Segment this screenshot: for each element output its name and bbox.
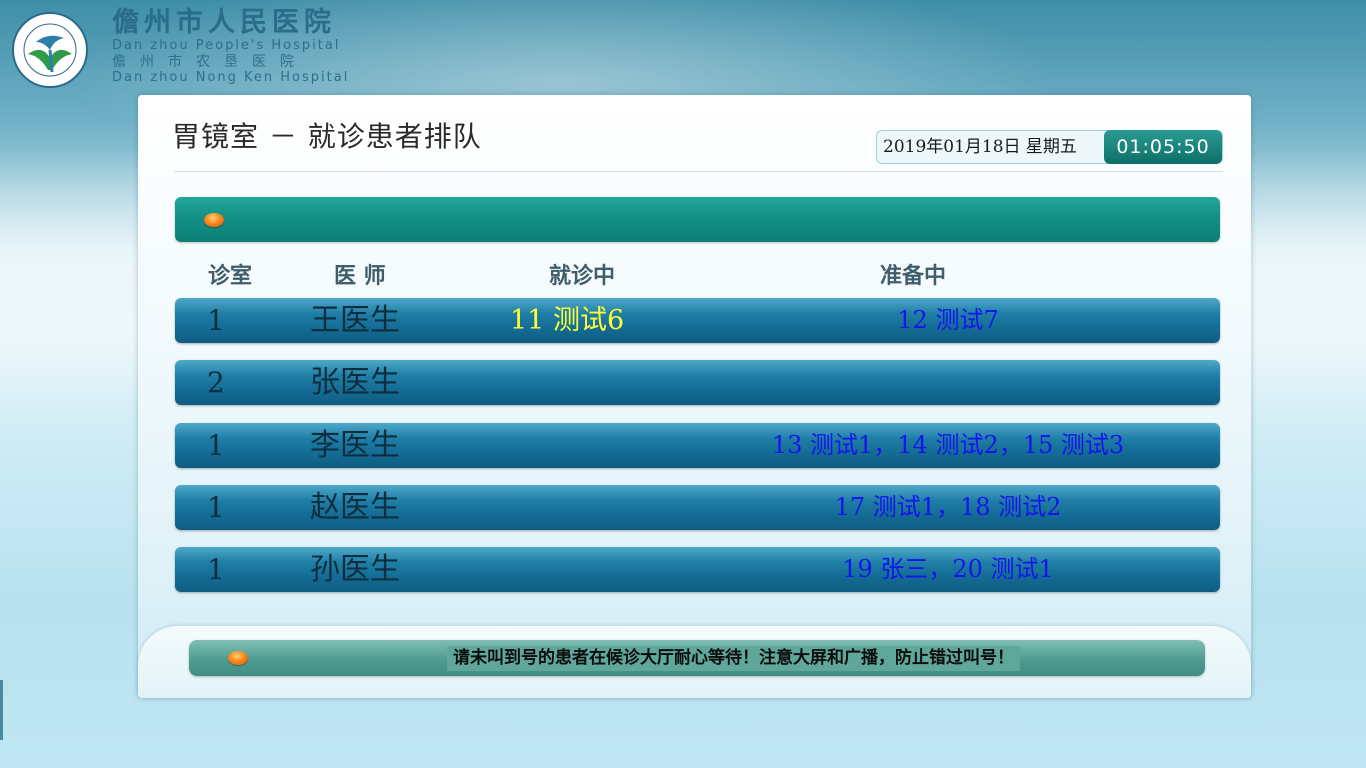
hospital-name-cn-2: 儋州市农垦医院 <box>112 54 308 70</box>
page-title: 胃镜室 － 就诊患者排队 <box>172 120 482 153</box>
waiting-patients: 17 测试1，18 测试2 <box>834 493 1062 521</box>
orange-dot-icon <box>204 213 224 227</box>
current-patient: 11 测试6 <box>510 305 625 336</box>
header-banner <box>175 197 1220 242</box>
room-number: 1 <box>207 553 225 586</box>
hospital-name-en: Dan zhou People's Hospital <box>112 38 341 53</box>
waiting-patients: 12 测试7 <box>897 306 999 334</box>
waiting-patients: 19 张三，20 测试1 <box>842 555 1054 583</box>
queue-row: 1 孙医生 19 张三，20 测试1 <box>175 547 1220 592</box>
clock-time: 01:05:50 <box>1104 130 1222 164</box>
doctor-name: 李医生 <box>310 428 400 463</box>
notice-bar: 请未叫到号的患者在候诊大厅耐心等待！注意大屏和广播，防止错过叫号！ <box>189 640 1205 676</box>
notice-text: 请未叫到号的患者在候诊大厅耐心等待！注意大屏和广播，防止错过叫号！ <box>447 646 1020 671</box>
queue-panel: 胃镜室 － 就诊患者排队 2019年01月18日 星期五 01:05:50 诊室… <box>138 95 1251 698</box>
hospital-name-en-2: Dan zhou Nong Ken Hospital <box>112 70 350 85</box>
column-header-room: 诊室 <box>208 264 253 289</box>
column-header-doctor: 医 师 <box>334 264 386 289</box>
column-header-waiting: 准备中 <box>880 264 947 289</box>
doctor-name: 赵医生 <box>310 490 400 525</box>
title-divider <box>174 171 1223 172</box>
edge-line <box>0 680 3 740</box>
doctor-name: 王医生 <box>310 303 400 338</box>
queue-row: 1 李医生 13 测试1，14 测试2，15 测试3 <box>175 423 1220 468</box>
queue-row: 2 张医生 <box>175 360 1220 405</box>
room-number: 1 <box>207 304 225 337</box>
hospital-name-block: 儋州市人民医院 Dan zhou People's Hospital 儋州市农垦… <box>112 8 349 86</box>
hospital-logo-icon <box>12 12 88 88</box>
room-number: 1 <box>207 491 225 524</box>
clock-date: 2019年01月18日 星期五 <box>883 137 1077 157</box>
orange-dot-icon <box>228 651 248 665</box>
date-time-display: 2019年01月18日 星期五 01:05:50 <box>876 130 1223 164</box>
column-header-current: 就诊中 <box>549 264 616 289</box>
room-number: 1 <box>207 429 225 462</box>
queue-row: 1 王医生 11 测试6 12 测试7 <box>175 298 1220 343</box>
waiting-patients: 13 测试1，14 测试2，15 测试3 <box>771 431 1125 459</box>
doctor-name: 张医生 <box>310 365 400 400</box>
queue-row: 1 赵医生 17 测试1，18 测试2 <box>175 485 1220 530</box>
room-number: 2 <box>207 366 225 399</box>
doctor-name: 孙医生 <box>310 552 400 587</box>
hospital-name-cn: 儋州市人民医院 <box>112 7 336 38</box>
